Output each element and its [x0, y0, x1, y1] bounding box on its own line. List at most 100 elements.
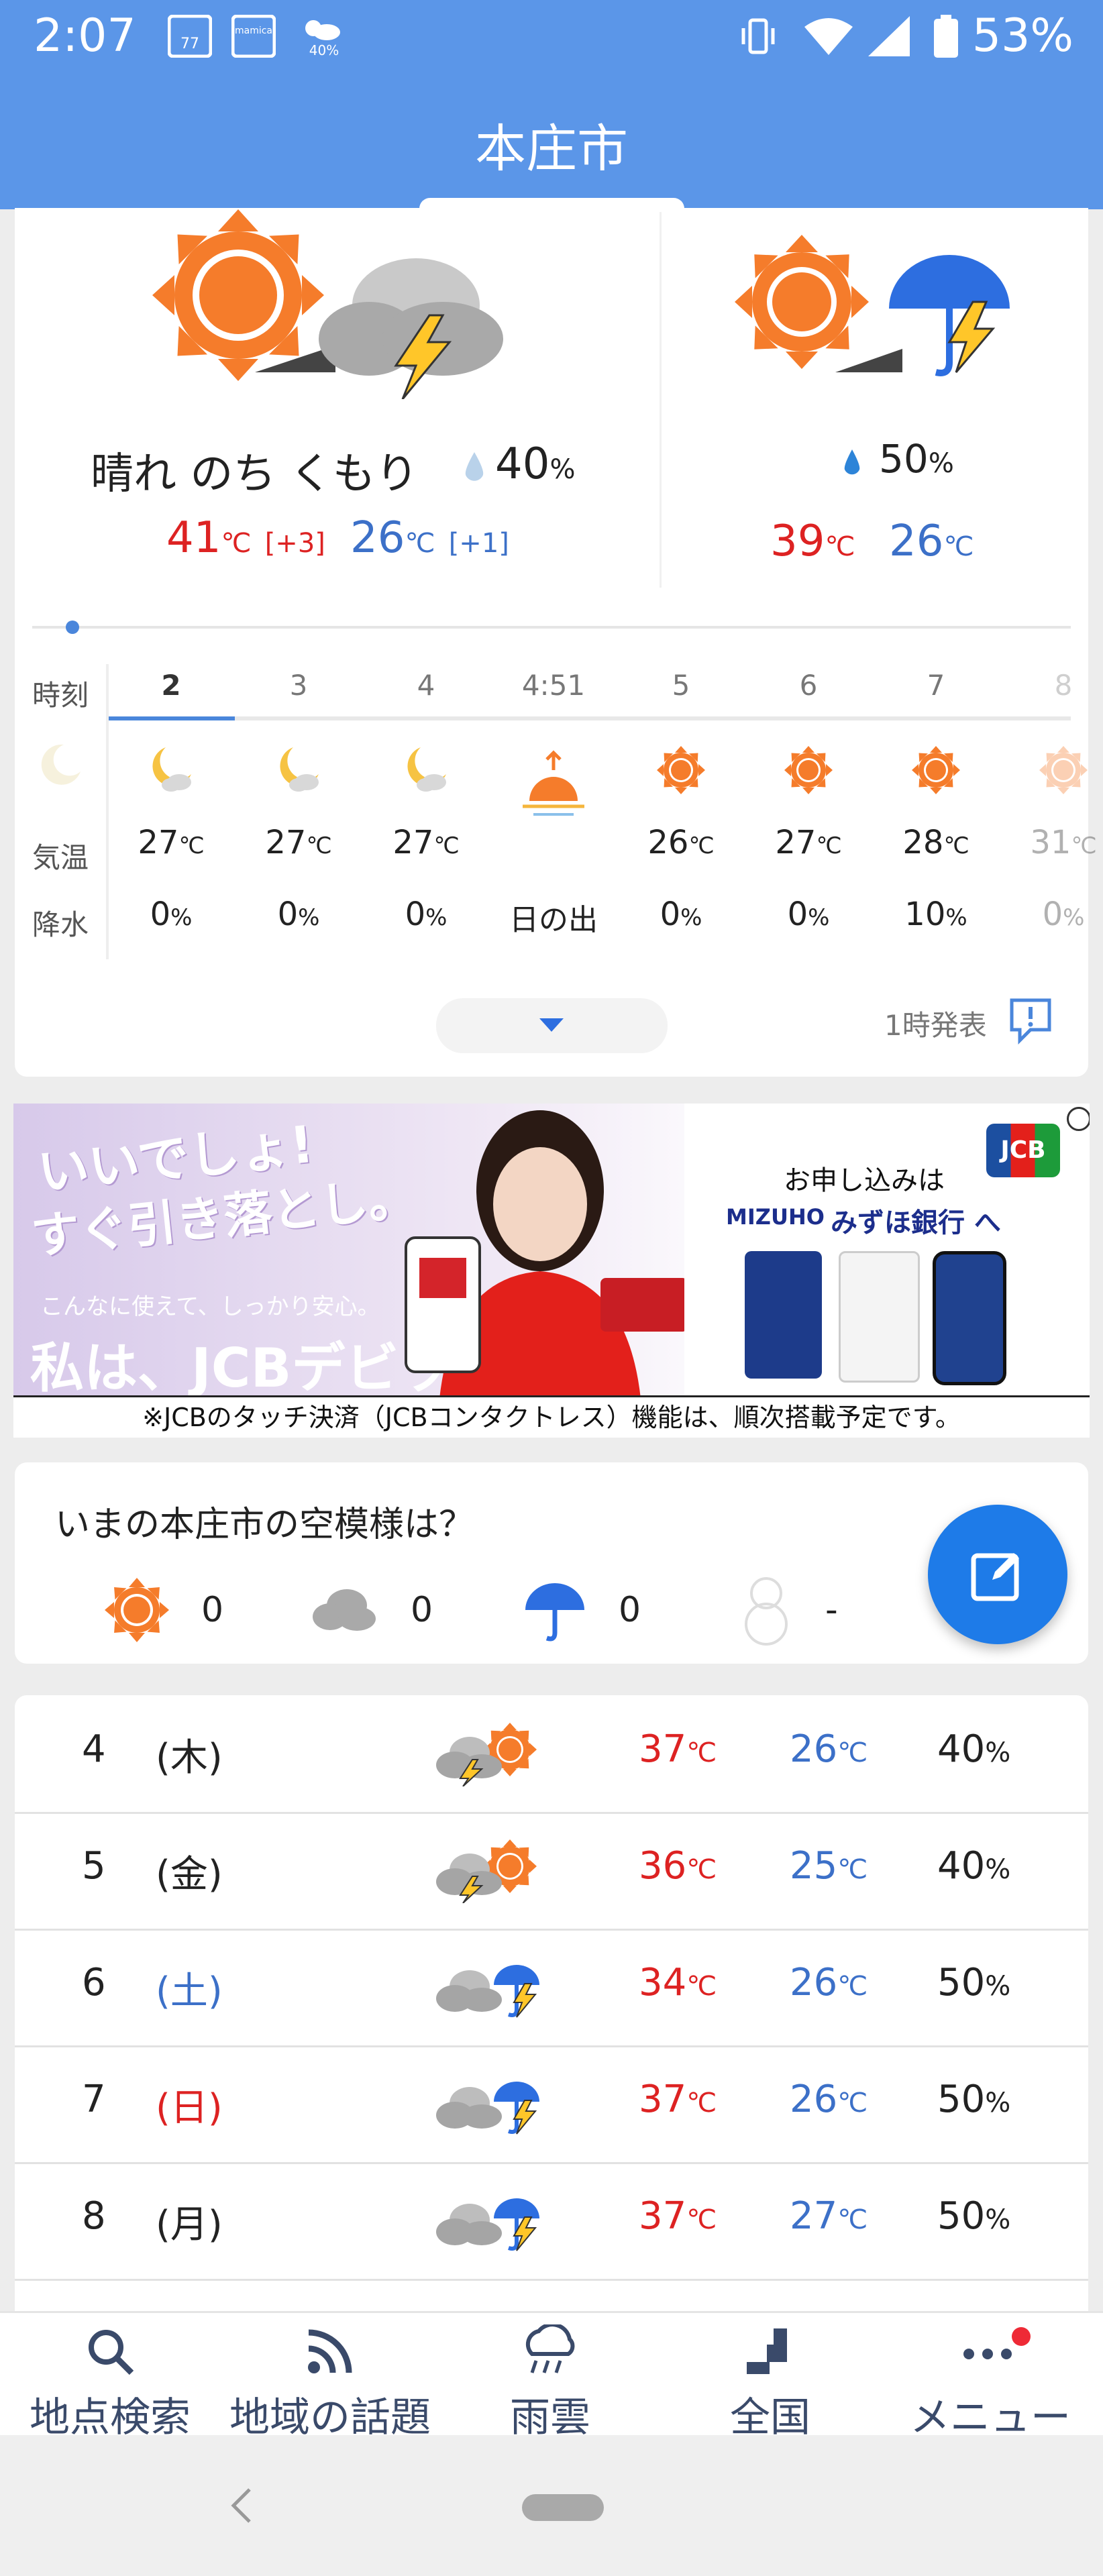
- sun-icon: [617, 743, 745, 800]
- hour-temp: 27℃: [265, 824, 332, 861]
- forecast-weekday: (日): [156, 2086, 223, 2130]
- svg-text:40%: 40%: [309, 42, 339, 58]
- hour-temp: 31℃: [1030, 824, 1097, 861]
- nav-item[interactable]: 雨雲: [440, 2311, 660, 2441]
- nav-label: メニュー: [910, 2394, 1071, 2441]
- poll-snowman-icon[interactable]: [739, 1573, 793, 1647]
- hour-precip: 0%: [660, 896, 702, 933]
- faded-moon-icon: [41, 744, 81, 785]
- forecast-high: 37℃: [639, 2078, 717, 2121]
- cell-signal-icon: [868, 16, 910, 56]
- hour-precip: 0%: [787, 896, 830, 933]
- poll-rain-count: 0: [619, 1590, 641, 1630]
- hour-time-label: 3: [289, 669, 308, 702]
- forecast-weekday: (土): [156, 1970, 223, 2013]
- post-weather-button[interactable]: [928, 1505, 1067, 1644]
- hour-time-label: 8: [1054, 669, 1073, 702]
- forecast-high: 37℃: [639, 2194, 717, 2238]
- hour-precip: 0%: [405, 896, 448, 933]
- hour-precip: 0%: [1042, 896, 1085, 933]
- sun-icon: [745, 743, 872, 800]
- sun-icon: [872, 743, 1000, 800]
- hour-precip: 10%: [904, 896, 967, 933]
- forecast-row[interactable]: 4 (木) 37℃ 26℃ 40%: [15, 1695, 1088, 1814]
- nav-item[interactable]: メニュー: [880, 2311, 1100, 2441]
- cloud-umbrella-icon: [431, 2070, 552, 2139]
- nav-item[interactable]: 地域の話題: [220, 2311, 440, 2441]
- sky-poll-card: いまの本庄市の空模様は？ 0 0 0 -: [15, 1462, 1088, 1664]
- nav-item[interactable]: 全国: [660, 2311, 880, 2441]
- tomorrow-low: 26: [889, 517, 944, 566]
- forecast-row[interactable]: 6 (土) 34℃ 26℃ 50%: [15, 1929, 1088, 2047]
- nav-label: 地域の話題: [229, 2394, 431, 2441]
- ad-info-icon[interactable]: [1067, 1107, 1090, 1131]
- forecast-low: 27℃: [790, 2194, 868, 2238]
- forecast-date: 6: [82, 1961, 106, 2004]
- hourly-scroll-thumb[interactable]: [66, 621, 79, 634]
- forecast-precip: 50%: [937, 1961, 1011, 2004]
- cloud-thunder-sun-icon: [431, 1719, 552, 1789]
- forecast-row[interactable]: 7 (日) 37℃ 26℃ 50%: [15, 2045, 1088, 2164]
- ad-person-image: [405, 1110, 688, 1399]
- ad-phone: [933, 1251, 1006, 1385]
- forecast-precip: 50%: [937, 2078, 1011, 2121]
- poll-cloudy-count: 0: [411, 1590, 433, 1630]
- system-navigation-bar: [0, 2435, 1103, 2576]
- battery-percent: 53%: [971, 9, 1073, 62]
- rss-icon: [220, 2324, 440, 2381]
- temp-unit: ℃: [825, 531, 855, 562]
- nav-label: 全国: [730, 2394, 810, 2441]
- expand-hourly-button[interactable]: [436, 998, 668, 1053]
- temp-unit: ℃: [943, 531, 974, 562]
- rain-cloud-icon: [440, 2322, 660, 2381]
- ad-banner[interactable]: いいでしょ! すぐ引き落とし。 こんなに使えて、しっかり安心。 私は、JCBデビ…: [13, 1104, 1090, 1438]
- forecast-precip: 40%: [937, 1844, 1011, 1888]
- current-hour-indicator: [109, 716, 235, 720]
- today-high: 41: [166, 513, 221, 563]
- cloud-umbrella-icon: [431, 1953, 552, 2023]
- search-icon: [0, 2324, 220, 2381]
- hour-precip: 0%: [277, 896, 320, 933]
- weather-notification-icon: 40%: [305, 20, 340, 58]
- battery-icon: [934, 15, 958, 58]
- wifi-icon: [804, 18, 853, 55]
- forecast-weekday: (月): [156, 2203, 223, 2247]
- raindrop-icon: [465, 452, 484, 481]
- back-icon[interactable]: [228, 2485, 255, 2526]
- jcb-logo: JCB: [986, 1124, 1060, 1177]
- hourly-header-line: [109, 716, 1071, 720]
- sunrise-icon: [490, 750, 617, 826]
- forecast-precip: 50%: [937, 2194, 1011, 2238]
- poll-cloud-icon[interactable]: [310, 1587, 377, 1633]
- forecast-low: 26℃: [790, 1727, 868, 1771]
- today-low-diff: [+1]: [448, 528, 509, 559]
- hour-time-label: 4: [417, 669, 435, 702]
- poll-snow-count: -: [825, 1590, 838, 1630]
- hour-time-label: 6: [799, 669, 818, 702]
- cloud-umbrella-icon: [431, 2186, 552, 2256]
- report-icon[interactable]: [1006, 996, 1055, 1044]
- hour-temp: 27℃: [392, 824, 460, 861]
- vibrate-icon: [741, 18, 775, 54]
- sun-then-rain-icon: [735, 235, 1010, 376]
- ad-footnote: ※JCBのタッチ決済（JCBコンタクトレス）機能は、順次搭載予定です。: [13, 1395, 1090, 1438]
- sun-icon: [1000, 743, 1103, 800]
- chevron-down-icon: [539, 1018, 564, 1032]
- poll-umbrella-icon[interactable]: [521, 1576, 588, 1644]
- temp-unit: ℃: [221, 528, 252, 559]
- tomorrow-high: 39: [770, 517, 825, 566]
- announce-time: 1時発表: [884, 1009, 987, 1042]
- hour-temp: 27℃: [775, 824, 842, 861]
- svg-text:mamica: mamica: [235, 25, 272, 36]
- forecast-date: 4: [82, 1727, 106, 1771]
- percent-unit: %: [549, 454, 576, 485]
- forecast-row[interactable]: 5 (金) 36℃ 25℃ 40%: [15, 1812, 1088, 1931]
- forecast-high: 34℃: [639, 1961, 717, 2004]
- home-pill[interactable]: [522, 2494, 604, 2521]
- nav-item[interactable]: 地点検索: [0, 2311, 220, 2441]
- temp-unit: ℃: [405, 528, 435, 559]
- hourly-scroll-track[interactable]: [32, 626, 1071, 629]
- poll-sun-icon[interactable]: [103, 1576, 170, 1644]
- forecast-row[interactable]: 8 (月) 37℃ 27℃ 50%: [15, 2162, 1088, 2281]
- hour-time-label: 7: [927, 669, 945, 702]
